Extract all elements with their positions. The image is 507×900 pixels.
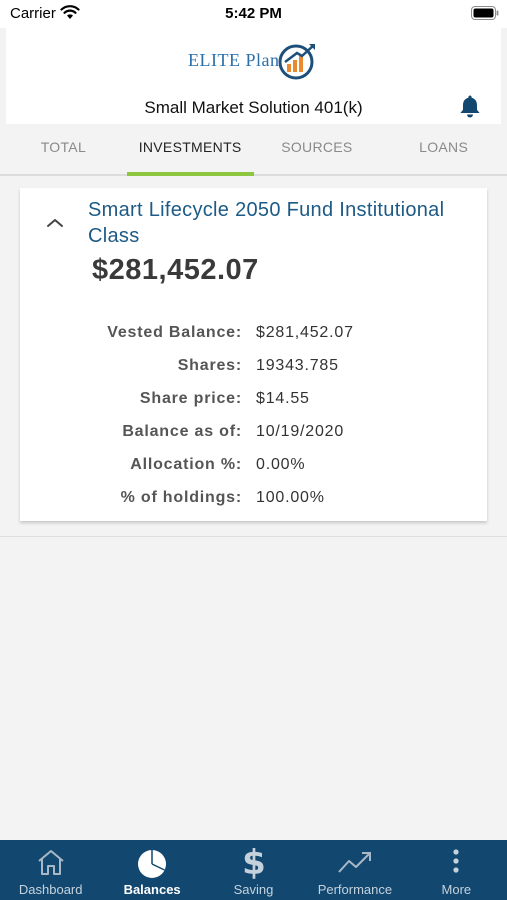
detail-row-vested-balance: Vested Balance: $281,452.07 xyxy=(20,316,487,349)
nav-label: Dashboard xyxy=(18,882,83,897)
fund-name: Smart Lifecycle 2050 Fund Institutional … xyxy=(88,199,445,247)
detail-label: Vested Balance: xyxy=(107,323,242,341)
app-header: ELITE Plan Small Market Solution 401(k) xyxy=(6,28,501,124)
tab-total[interactable]: TOTAL xyxy=(0,124,127,174)
nav-dashboard[interactable]: Dashboard xyxy=(0,840,101,900)
chevron-up-icon[interactable] xyxy=(46,216,64,234)
nav-label: Balances xyxy=(123,882,181,897)
bell-icon[interactable] xyxy=(459,94,481,123)
bottom-navigation: Dashboard Balances $ Saving Performance xyxy=(0,840,507,900)
detail-row-holdings: % of holdings: 100.00% xyxy=(20,481,487,514)
trend-icon xyxy=(337,848,373,881)
more-vertical-icon xyxy=(451,848,461,881)
nav-label: Saving xyxy=(233,882,274,897)
tab-loans[interactable]: LOANS xyxy=(380,124,507,174)
logo-chart-icon xyxy=(278,40,318,85)
svg-text:$: $ xyxy=(242,843,266,880)
detail-value: 19343.785 xyxy=(256,356,339,374)
detail-row-share-price: Share price: $14.55 xyxy=(20,382,487,415)
detail-row-shares: Shares: 19343.785 xyxy=(20,349,487,382)
house-icon xyxy=(36,848,66,881)
pie-chart-icon xyxy=(136,848,168,885)
nav-label: More xyxy=(441,882,472,897)
plan-title: Small Market Solution 401(k) xyxy=(144,98,363,117)
status-time: 5:42 PM xyxy=(225,5,282,22)
status-bar: Carrier 5:42 PM xyxy=(0,0,507,28)
detail-row-balance-as-of: Balance as of: 10/19/2020 xyxy=(20,415,487,448)
detail-label: % of holdings: xyxy=(120,488,242,506)
fund-balance: $281,452.07 xyxy=(92,254,259,286)
tab-sources[interactable]: SOURCES xyxy=(254,124,381,174)
nav-more[interactable]: More xyxy=(406,840,507,900)
logo-text: ELITE Plan xyxy=(188,50,280,70)
detail-label: Allocation %: xyxy=(130,455,242,473)
balance-tabs: TOTAL INVESTMENTS SOURCES LOANS xyxy=(0,124,507,176)
detail-value: 100.00% xyxy=(256,488,325,506)
fund-details: Vested Balance: $281,452.07 Shares: 1934… xyxy=(20,316,487,514)
detail-value: 10/19/2020 xyxy=(256,422,345,440)
detail-row-allocation: Allocation %: 0.00% xyxy=(20,448,487,481)
detail-label: Balance as of: xyxy=(122,422,242,440)
detail-value: $281,452.07 xyxy=(256,323,354,341)
fund-card: Smart Lifecycle 2050 Fund Institutional … xyxy=(20,188,487,521)
detail-value: 0.00% xyxy=(256,455,306,473)
nav-saving[interactable]: $ Saving xyxy=(203,840,304,900)
content-divider xyxy=(0,536,507,537)
nav-performance[interactable]: Performance xyxy=(304,840,405,900)
nav-label: Performance xyxy=(317,882,393,897)
nav-balances[interactable]: Balances xyxy=(101,840,202,900)
detail-label: Shares: xyxy=(177,356,242,374)
tab-investments[interactable]: INVESTMENTS xyxy=(126,124,254,176)
detail-value: $14.55 xyxy=(256,389,310,407)
elite-plan-logo: ELITE Plan xyxy=(186,40,326,80)
battery-icon xyxy=(471,6,499,25)
dollar-icon: $ xyxy=(240,842,268,885)
detail-label: Share price: xyxy=(139,389,242,407)
